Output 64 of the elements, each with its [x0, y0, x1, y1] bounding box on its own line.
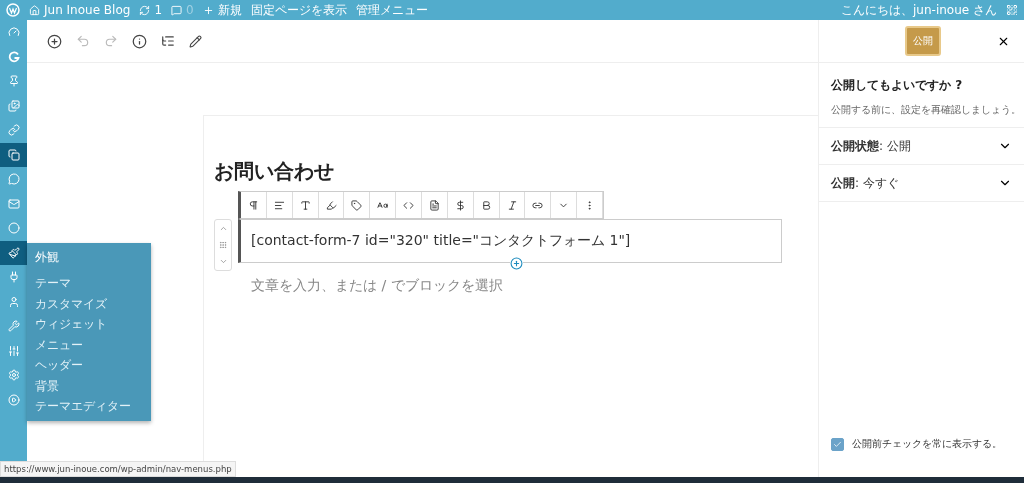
home-icon — [29, 4, 40, 16]
site-link[interactable]: Jun Inoue Blog — [29, 3, 131, 17]
undo-icon[interactable] — [76, 34, 90, 48]
add-block-icon[interactable] — [47, 33, 62, 49]
drag-handle-icon[interactable] — [219, 241, 227, 249]
shortcode-block[interactable]: [contact-form-7 id="320" title="コンタクトフォーム 1"] — [238, 219, 782, 263]
greeting-link[interactable]: こんにちは、jun-inoue さん — [841, 1, 997, 19]
panel-row[interactable]: 公開: 今すぐ — [819, 165, 1024, 202]
panel-row[interactable]: 公開状態: 公開 — [819, 128, 1024, 165]
flyout-item[interactable]: テーマ — [35, 275, 151, 296]
sliders-icon — [7, 344, 20, 357]
flyout-item[interactable]: ウィジェット — [35, 316, 151, 337]
move-down-icon[interactable] — [218, 257, 228, 266]
wrench-icon — [7, 320, 20, 333]
edit-icon[interactable] — [189, 34, 202, 48]
dashboard-icon — [7, 26, 20, 39]
media-icon — [7, 99, 20, 112]
panel-question: 公開してもよいですか ? — [831, 77, 964, 94]
flyout-item[interactable]: カスタマイズ — [35, 295, 151, 316]
insert-block-icon[interactable] — [510, 257, 523, 270]
flyout-item[interactable]: 背景 — [35, 377, 151, 398]
comment-icon — [7, 173, 20, 186]
flyout-item[interactable]: テーマエディター — [35, 398, 151, 419]
wordpress-logo-icon[interactable] — [6, 3, 20, 17]
check-icon — [833, 440, 842, 449]
avatar-icon[interactable] — [1006, 4, 1018, 16]
status-url: https://www.jun-inoue.com/wp-admin/nav-menus.php — [0, 461, 236, 477]
play-icon — [7, 393, 20, 406]
redo-icon[interactable] — [104, 34, 118, 48]
panel-hint: 公開する前に、設定を再確認しましょう。 — [831, 104, 1012, 117]
new-link[interactable]: 新規 — [202, 1, 242, 19]
pages-icon — [7, 148, 20, 161]
mail-icon — [7, 197, 20, 210]
comments-link[interactable]: 0 — [171, 3, 194, 17]
view-page-link[interactable]: 固定ページを表示 — [250, 1, 347, 19]
sidebar-item[interactable] — [0, 142, 27, 167]
block-placeholder[interactable]: 文章を入力、または / でブロックを選択 — [251, 277, 782, 295]
settings-icon — [7, 369, 20, 382]
plus-icon — [202, 4, 214, 16]
pin-icon — [7, 75, 20, 88]
updates-link[interactable]: 1 — [139, 3, 163, 17]
move-up-icon[interactable] — [218, 224, 228, 233]
user-icon — [7, 295, 20, 308]
plug-icon — [7, 271, 20, 284]
circle-icon — [7, 222, 20, 235]
g-logo-icon — [7, 50, 20, 63]
flyout-item[interactable]: メニュー — [35, 336, 151, 357]
comment-icon — [171, 4, 183, 16]
row-text: 公開状態: 公開 — [831, 137, 911, 155]
link-icon — [7, 124, 20, 137]
page-title: お問い合わせ — [214, 158, 335, 185]
publish-button[interactable]: 公開 — [905, 26, 941, 56]
checkbox[interactable] — [831, 438, 844, 451]
flyout-title[interactable]: 外観 — [35, 249, 151, 266]
info-icon[interactable] — [132, 33, 147, 49]
brush-icon — [7, 246, 20, 259]
admin-menu-link[interactable]: 管理メニュー — [355, 1, 428, 19]
block-mover[interactable] — [214, 219, 232, 271]
refresh-icon — [139, 4, 151, 16]
outline-icon[interactable] — [161, 34, 175, 48]
row-text: 公開: 今すぐ — [831, 174, 899, 192]
flyout-item[interactable]: ヘッダー — [35, 357, 151, 378]
sidebar-item[interactable] — [0, 240, 27, 265]
checkbox-label: 公開前チェックを常に表示する。 — [852, 438, 1002, 451]
